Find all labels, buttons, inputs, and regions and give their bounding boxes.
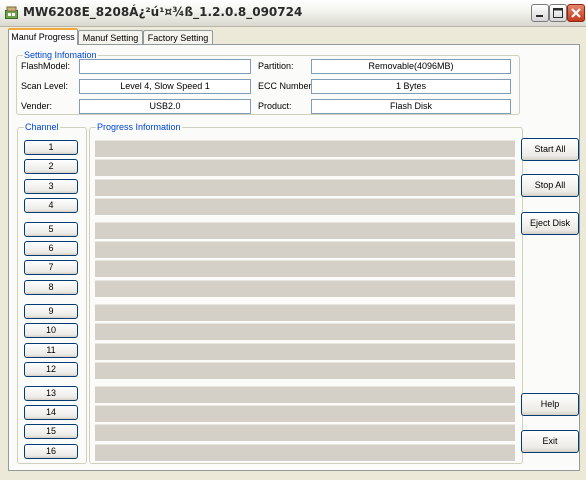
- maximize-button[interactable]: [549, 4, 567, 22]
- channel-button-6[interactable]: 6: [24, 241, 78, 256]
- progress-bar-5: [95, 222, 515, 239]
- vender-label: Vender:: [21, 101, 53, 111]
- channel-group: Channel 1 2 3 4 5 6 7 8 9 10 11 12 13 14…: [17, 122, 87, 464]
- progress-bar-9: [95, 304, 515, 321]
- progress-bar-6: [95, 241, 515, 258]
- channel-button-4[interactable]: 4: [24, 198, 78, 213]
- manuf-progress-panel: Setting Infomation FlashModel: Scan Leve…: [8, 44, 580, 471]
- channel-button-9[interactable]: 9: [24, 304, 78, 319]
- channel-button-13[interactable]: 13: [24, 386, 78, 401]
- channel-button-5[interactable]: 5: [24, 222, 78, 237]
- start-all-button[interactable]: Start All: [521, 138, 579, 161]
- channel-button-15[interactable]: 15: [24, 424, 78, 439]
- progress-bar-10: [95, 323, 515, 340]
- tab-manuf-setting[interactable]: Manuf Setting: [78, 30, 143, 44]
- progress-bar-13: [95, 386, 515, 403]
- progress-bar-2: [95, 159, 515, 176]
- progress-bar-7: [95, 260, 515, 277]
- progress-bar-11: [95, 343, 515, 360]
- ecc-number-field[interactable]: 1 Bytes: [311, 79, 511, 94]
- scan-level-label: Scan Level:: [21, 81, 69, 91]
- channel-button-14[interactable]: 14: [24, 405, 78, 420]
- progress-bar-4: [95, 198, 515, 215]
- channel-legend: Channel: [25, 122, 59, 132]
- close-icon: [571, 8, 581, 18]
- help-button[interactable]: Help: [521, 393, 579, 416]
- partition-label: Partition:: [258, 61, 294, 71]
- product-label: Product:: [258, 101, 292, 111]
- progress-bar-3: [95, 179, 515, 196]
- product-field[interactable]: Flash Disk: [311, 99, 511, 114]
- progress-bar-15: [95, 424, 515, 441]
- ecc-number-label: ECC Number:: [258, 81, 315, 91]
- partition-field[interactable]: Removable(4096MB): [311, 59, 511, 74]
- flash-model-label: FlashModel:: [21, 61, 71, 71]
- progress-info-group: Progress Information: [89, 122, 523, 464]
- maximize-icon: [553, 8, 563, 18]
- eject-disk-button[interactable]: Eject Disk: [521, 212, 579, 235]
- progress-bar-1: [95, 140, 515, 157]
- stop-all-button[interactable]: Stop All: [521, 174, 579, 197]
- app-icon: [5, 6, 18, 19]
- tab-manuf-progress[interactable]: Manuf Progress: [8, 28, 78, 45]
- progress-bar-12: [95, 362, 515, 379]
- tab-factory-setting[interactable]: Factory Setting: [143, 30, 213, 44]
- app-window: MW6208E_8208Á¿²ú¹¤¾ß_1.2.0.8_090724 Manu…: [0, 0, 586, 480]
- window-title: MW6208E_8208Á¿²ú¹¤¾ß_1.2.0.8_090724: [23, 5, 303, 19]
- client-area: Manuf Progress Manuf Setting Factory Set…: [4, 27, 582, 476]
- exit-button[interactable]: Exit: [521, 430, 579, 453]
- channel-button-10[interactable]: 10: [24, 323, 78, 338]
- title-bar: MW6208E_8208Á¿²ú¹¤¾ß_1.2.0.8_090724: [0, 0, 586, 27]
- scan-level-field[interactable]: Level 4, Slow Speed 1: [79, 79, 251, 94]
- minimize-icon: [536, 15, 543, 17]
- channel-button-11[interactable]: 11: [24, 343, 78, 358]
- channel-button-2[interactable]: 2: [24, 159, 78, 174]
- close-button[interactable]: [567, 4, 585, 22]
- flash-model-field[interactable]: [79, 59, 251, 74]
- progress-bar-16: [95, 444, 515, 461]
- channel-button-16[interactable]: 16: [24, 444, 78, 459]
- channel-button-8[interactable]: 8: [24, 280, 78, 295]
- channel-button-1[interactable]: 1: [24, 140, 78, 155]
- vender-field[interactable]: USB2.0: [79, 99, 251, 114]
- progress-info-legend: Progress Information: [97, 122, 181, 132]
- channel-button-12[interactable]: 12: [24, 362, 78, 377]
- channel-button-7[interactable]: 7: [24, 260, 78, 275]
- channel-button-3[interactable]: 3: [24, 179, 78, 194]
- progress-bar-14: [95, 405, 515, 422]
- progress-bar-8: [95, 280, 515, 297]
- minimize-button[interactable]: [531, 4, 549, 22]
